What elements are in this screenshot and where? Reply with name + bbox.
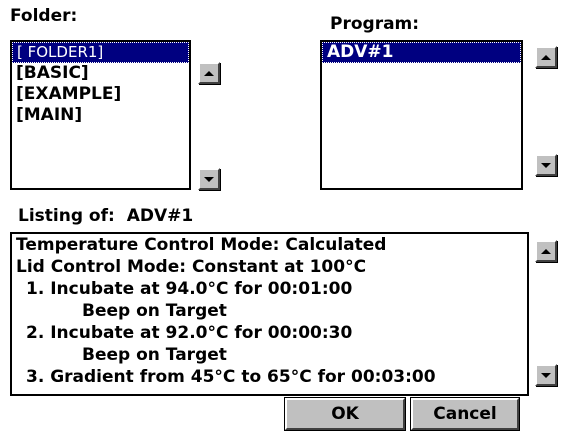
listing-line: Lid Control Mode: Constant at 100°C — [16, 257, 367, 277]
cancel-button[interactable]: Cancel — [410, 397, 520, 431]
listing-label: Listing of: ADV#1 — [18, 206, 193, 226]
arrow-down-icon — [204, 176, 214, 182]
listing-program-name: ADV#1 — [126, 206, 194, 226]
arrow-down-icon — [541, 372, 551, 378]
program-select-dialog: Folder: [ FOLDER1] [BASIC] [EXAMPLE] [MA… — [0, 0, 572, 437]
folder-list-item[interactable]: [EXAMPLE] — [12, 84, 189, 105]
listing-line: 2. Incubate at 92.0°C for 00:00:30 — [26, 323, 353, 343]
listing-line: Beep on Target — [82, 345, 227, 365]
folder-list-item[interactable]: [BASIC] — [12, 63, 189, 84]
folder-list-item[interactable]: [MAIN] — [12, 105, 189, 126]
folder-scroll-up-button[interactable] — [198, 62, 220, 84]
arrow-down-icon — [541, 162, 551, 168]
listing-label-prefix: Listing of: — [18, 206, 115, 226]
arrow-up-icon — [541, 248, 551, 254]
listing-line: Beep on Target — [82, 301, 227, 321]
folder-listbox[interactable]: [ FOLDER1] [BASIC] [EXAMPLE] [MAIN] — [10, 40, 191, 190]
listing-line: 3. Gradient from 45°C to 65°C for 00:03:… — [26, 367, 436, 387]
program-label: Program: — [330, 14, 420, 34]
listing-scroll-down-button[interactable] — [535, 364, 557, 386]
program-scroll-down-button[interactable] — [535, 154, 557, 176]
program-listbox[interactable]: ADV#1 — [320, 40, 523, 190]
arrow-up-icon — [541, 54, 551, 60]
folder-scroll-down-button[interactable] — [198, 168, 220, 190]
program-scroll-up-button[interactable] — [535, 46, 557, 68]
listing-line: 1. Incubate at 94.0°C for 00:01:00 — [26, 279, 353, 299]
listing-scroll-up-button[interactable] — [535, 240, 557, 262]
listing-textbox[interactable]: Temperature Control Mode: Calculated Lid… — [10, 232, 529, 396]
folder-list-item[interactable]: [ FOLDER1] — [12, 42, 189, 63]
ok-button[interactable]: OK — [284, 397, 406, 431]
listing-line: Temperature Control Mode: Calculated — [16, 235, 387, 255]
folder-label: Folder: — [10, 6, 78, 26]
program-list-item[interactable]: ADV#1 — [322, 42, 521, 63]
arrow-up-icon — [204, 70, 214, 76]
